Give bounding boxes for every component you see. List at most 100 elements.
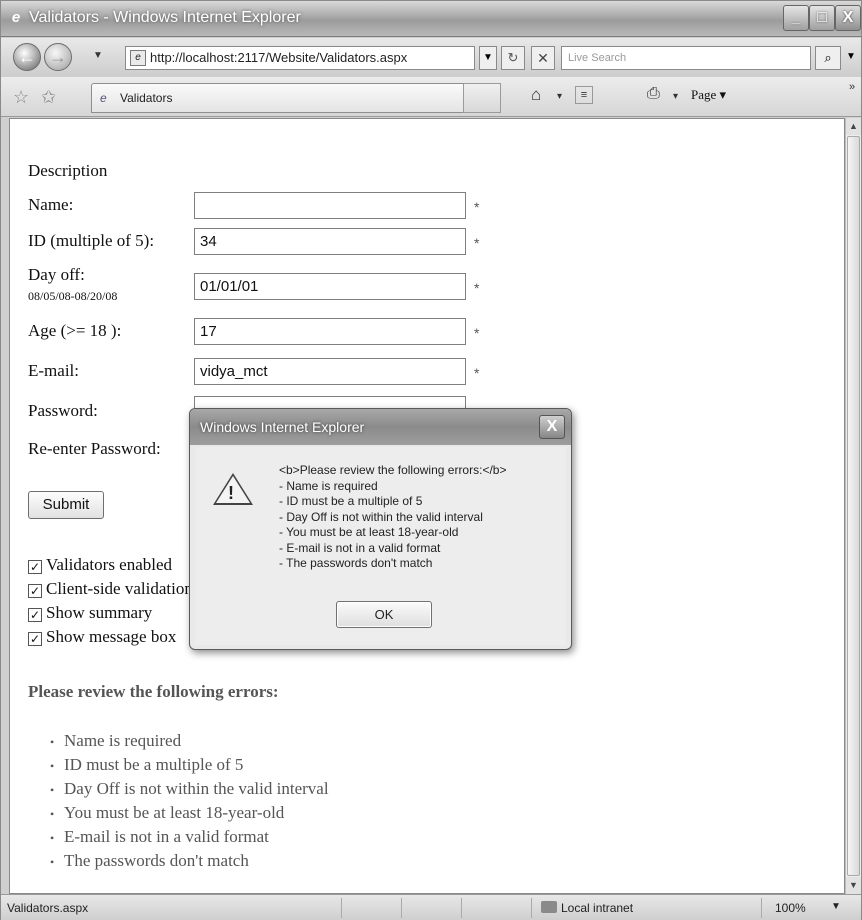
email-label: E-mail:	[28, 361, 79, 380]
scroll-thumb[interactable]	[847, 136, 860, 876]
tab-validators[interactable]: e Validators	[91, 83, 471, 113]
dialog-message-line: - Day Off is not within the valid interv…	[279, 509, 483, 524]
checkbox-show-message-box[interactable]: ✓ Show message box	[28, 627, 176, 647]
checkbox-client-side[interactable]: ✓ Client-side validation	[28, 579, 193, 599]
list-item: Day Off is not within the valid interval	[50, 777, 329, 801]
dayoff-required-marker: *	[474, 280, 480, 296]
maximize-button[interactable]: □	[809, 5, 835, 31]
window-title: Validators - Windows Internet Explorer	[29, 9, 301, 26]
dayoff-label-group: Day off: 08/05/08-08/20/08	[28, 265, 117, 304]
favorites-bar: ☆ ✩ e Validators ⌂ ▾ ≡ ⎙ ▾ Page ▾ »	[1, 77, 861, 117]
scroll-down-icon[interactable]: ▼	[846, 877, 861, 894]
age-field[interactable]: 17	[194, 318, 466, 345]
checkbox-icon[interactable]: ✓	[28, 632, 42, 646]
status-divider	[461, 898, 462, 918]
search-input[interactable]: Live Search	[561, 46, 811, 70]
reenter-password-label: Re-enter Password:	[28, 439, 161, 458]
print-dropdown-icon[interactable]: ▾	[673, 91, 678, 102]
dialog-message-line: - Name is required	[279, 478, 378, 493]
security-zone[interactable]: Local intranet	[541, 901, 633, 915]
validation-summary-list: Name is required ID must be a multiple o…	[50, 729, 329, 873]
dialog-close-button[interactable]: X	[539, 415, 565, 439]
checkbox-label: Validators enabled	[46, 555, 173, 574]
new-tab-button[interactable]	[463, 83, 501, 113]
search-options-icon[interactable]: ▼	[843, 46, 859, 70]
alert-dialog: Windows Internet Explorer X ! <b>Please …	[189, 408, 572, 650]
home-icon[interactable]: ⌂	[531, 85, 541, 105]
more-tools-icon[interactable]: »	[849, 81, 855, 93]
dayoff-range: 08/05/08-08/20/08	[28, 289, 118, 303]
dialog-title: Windows Internet Explorer	[200, 419, 365, 435]
checkbox-label: Client-side validation	[46, 579, 193, 598]
description-label: Description	[28, 161, 108, 180]
tab-label: Validators	[120, 91, 173, 105]
print-icon[interactable]: ⎙	[647, 85, 660, 103]
page-icon: e	[130, 50, 146, 66]
zoom-dropdown-icon[interactable]: ▼	[831, 901, 841, 912]
forward-button[interactable]: →	[44, 43, 72, 71]
intranet-icon	[541, 901, 557, 913]
list-item: E-mail is not in a valid format	[50, 825, 329, 849]
dayoff-field[interactable]: 01/01/01	[194, 273, 466, 300]
dialog-title-bar: Windows Internet Explorer X	[190, 409, 571, 445]
refresh-button[interactable]: ↻	[501, 46, 525, 70]
name-field[interactable]	[194, 192, 466, 219]
checkbox-icon[interactable]: ✓	[28, 584, 42, 598]
address-dropdown-icon[interactable]: ▼	[479, 46, 497, 70]
stop-button[interactable]: ✕	[531, 46, 555, 70]
status-divider	[761, 898, 762, 918]
ie-logo-icon: e	[11, 9, 21, 26]
add-favorites-icon[interactable]: ✩	[41, 87, 56, 108]
ok-button[interactable]: OK	[336, 601, 432, 628]
email-field[interactable]: vidya_mct	[194, 358, 466, 385]
dialog-body: ! <b>Please review the following errors:…	[195, 447, 566, 645]
validation-summary-heading: Please review the following errors:	[28, 682, 279, 701]
feeds-icon[interactable]: ≡	[575, 86, 593, 104]
dayoff-label: Day off:	[28, 265, 85, 284]
dialog-message-line: - ID must be a multiple of 5	[279, 494, 423, 508]
checkbox-show-summary[interactable]: ✓ Show summary	[28, 603, 152, 623]
zoom-level[interactable]: 100%	[775, 901, 806, 915]
name-label: Name:	[28, 195, 74, 214]
age-label: Age (>= 18 ):	[28, 321, 122, 340]
password-label: Password:	[28, 401, 98, 420]
scroll-up-icon[interactable]: ▲	[846, 118, 861, 135]
status-divider	[401, 898, 402, 918]
id-required-marker: *	[474, 235, 480, 251]
back-button[interactable]: ←	[13, 43, 41, 71]
list-item: You must be at least 18-year-old	[50, 801, 329, 825]
checkbox-icon[interactable]: ✓	[28, 608, 42, 622]
address-text: http://localhost:2117/Website/Validators…	[150, 50, 408, 65]
email-required-marker: *	[474, 365, 480, 381]
dialog-message-line: - You must be at least 18-year-old	[279, 525, 459, 539]
close-button[interactable]: X	[835, 5, 861, 31]
home-dropdown-icon[interactable]: ▾	[557, 91, 562, 102]
list-item: Name is required	[50, 729, 329, 753]
checkbox-icon[interactable]: ✓	[28, 560, 42, 574]
status-bar: Validators.aspx Local intranet 100% ▼	[1, 894, 861, 920]
checkbox-label: Show message box	[46, 627, 177, 646]
vertical-scrollbar[interactable]: ▲ ▼	[845, 118, 861, 894]
warning-exclamation: !	[228, 483, 234, 503]
favorites-star-icon[interactable]: ☆	[13, 87, 29, 108]
minimize-button[interactable]: _	[783, 5, 809, 31]
dialog-message-line: <b>Please review the following errors:</…	[279, 463, 507, 477]
page-menu[interactable]: Page ▾	[691, 87, 726, 103]
tab-page-icon: e	[100, 91, 107, 105]
list-item: ID must be a multiple of 5	[50, 753, 329, 777]
dialog-message-line: - The passwords don't match	[279, 556, 433, 570]
title-bar: e Validators - Windows Internet Explorer…	[1, 1, 861, 37]
history-dropdown-icon[interactable]: ▼	[93, 50, 103, 61]
address-bar[interactable]: e http://localhost:2117/Website/Validato…	[125, 46, 475, 70]
list-item: The passwords don't match	[50, 849, 329, 873]
submit-button[interactable]: Submit	[28, 491, 104, 519]
browser-window: e Validators - Windows Internet Explorer…	[0, 0, 862, 920]
checkbox-validators-enabled[interactable]: ✓ Validators enabled	[28, 555, 172, 575]
search-icon[interactable]: ⌕	[815, 46, 841, 70]
id-field[interactable]: 34	[194, 228, 466, 255]
name-required-marker: *	[474, 199, 480, 215]
dialog-message-line: - E-mail is not in a valid format	[279, 540, 441, 555]
dialog-message: <b>Please review the following errors:</…	[279, 463, 506, 572]
navigation-bar: ← → ▼ e http://localhost:2117/Website/Va…	[1, 38, 861, 76]
status-divider	[531, 898, 532, 918]
